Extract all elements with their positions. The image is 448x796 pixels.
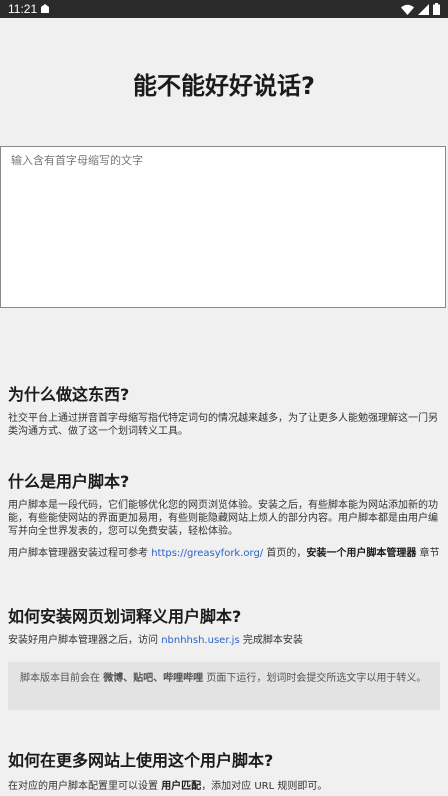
- script-note-box: 脚本版本目前会在 微博、贴吧、哔哩哔哩 页面下运行，划词时会提交所选文字以用于转…: [8, 662, 440, 710]
- notification-icon: [41, 4, 49, 13]
- greasyfork-link[interactable]: https://greasyfork.org/: [151, 548, 263, 559]
- signal-icon: [418, 3, 429, 15]
- abbreviation-input[interactable]: [0, 146, 446, 308]
- status-bar: 11:21: [0, 0, 448, 18]
- section-title-userscript: 什么是用户脚本?: [8, 472, 130, 491]
- section-title-more: 如何在更多网站上使用这个用户脚本?: [8, 751, 274, 770]
- section-text-userscript: 用户脚本是一段代码，它们能够优化您的网页浏览体验。安装之后，有些脚本能为网站添加…: [8, 500, 438, 537]
- status-time: 11:21: [8, 2, 38, 16]
- section-text-install: 安装好用户脚本管理器之后，访问 nbnhhsh.user.js 完成脚本安装: [8, 635, 303, 646]
- wifi-icon: [401, 4, 414, 15]
- section-title-why: 为什么做这东西?: [8, 385, 130, 404]
- section-text-why: 社交平台上通过拼音首字母缩写指代特定词句的情况越来越多，为了让更多人能勉强理解这…: [8, 413, 438, 437]
- userscript-link[interactable]: nbnhhsh.user.js: [161, 635, 240, 646]
- section-text-userscript-manager: 用户脚本管理器安装过程可参考 https://greasyfork.org/ 首…: [8, 548, 440, 559]
- page-title: 能不能好好说话?: [133, 72, 315, 100]
- battery-icon: [433, 3, 440, 15]
- section-text-more: 在对应的用户脚本配置里可以设置 用户匹配，添加对应 URL 规则即可。: [8, 781, 328, 792]
- section-title-install: 如何安装网页划词释义用户脚本?: [8, 607, 242, 626]
